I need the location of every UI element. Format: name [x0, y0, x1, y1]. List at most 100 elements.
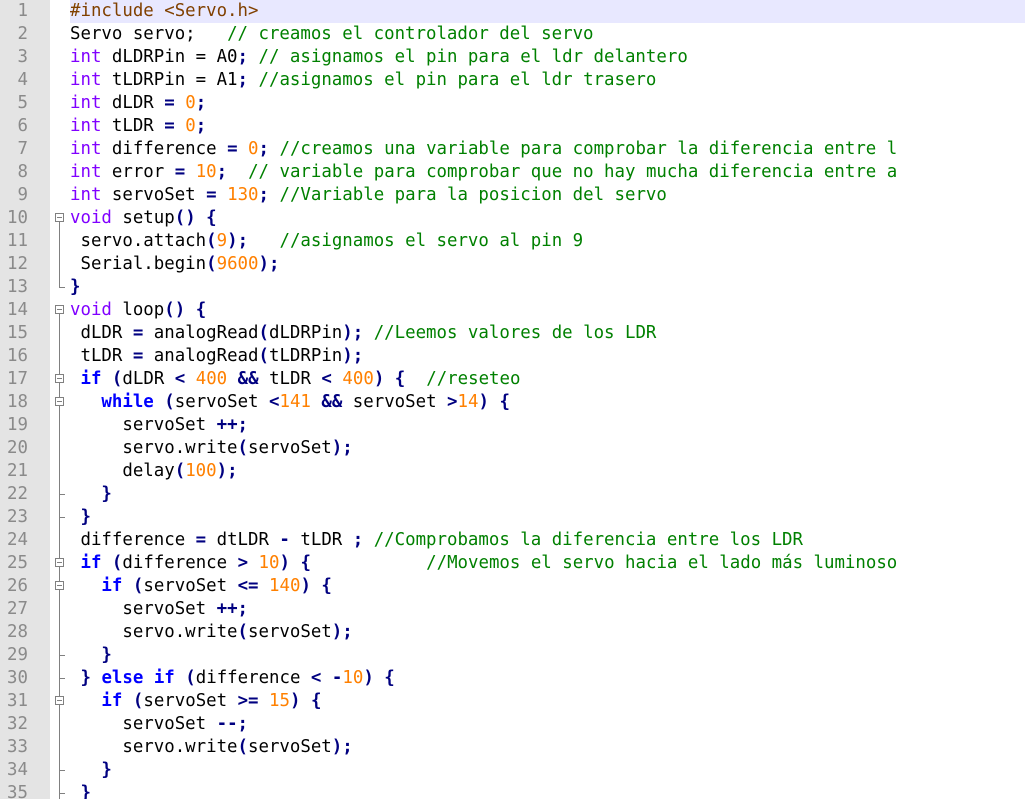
code-text[interactable]: servoSet ++;	[70, 414, 248, 437]
fold-margin[interactable]	[50, 207, 70, 230]
code-line[interactable]: 35 }	[0, 782, 1025, 799]
code-text[interactable]: servo.write(servoSet);	[70, 736, 352, 759]
code-line[interactable]: 29 }	[0, 644, 1025, 667]
code-text[interactable]: if (servoSet >= 15) {	[70, 690, 321, 713]
code-token: ;	[195, 116, 207, 136]
code-text[interactable]: servoSet ++;	[70, 598, 248, 621]
code-line[interactable]: 31 if (servoSet >= 15) {	[0, 690, 1025, 713]
code-line[interactable]: 20 servo.write(servoSet);	[0, 437, 1025, 460]
code-line[interactable]: 24 difference = dtLDR - tLDR ; //Comprob…	[0, 529, 1025, 552]
fold-toggle-icon[interactable]	[55, 581, 64, 590]
code-text[interactable]: while (servoSet <141 && servoSet >14) {	[70, 391, 510, 414]
code-line[interactable]: 3 int dLDRPin = A0; // asignamos el pin p…	[0, 46, 1025, 69]
line-number: 16	[0, 345, 50, 368]
code-text[interactable]: }	[70, 644, 111, 667]
code-text[interactable]: int tLDRPin = A1; //asignamos el pin par…	[70, 69, 656, 92]
code-token: =	[164, 93, 175, 113]
fold-margin[interactable]	[50, 368, 70, 391]
code-editor[interactable]: 1 #include <Servo.h> 2 Servo servo; // crea…	[0, 0, 1025, 799]
code-line[interactable]: 15 dLDR = analogRead(dLDRPin); //Leemos …	[0, 322, 1025, 345]
code-line[interactable]: 30 } else if (difference < -10) {	[0, 667, 1025, 690]
code-text[interactable]: Serial.begin(9600);	[70, 253, 279, 276]
fold-margin[interactable]	[50, 299, 70, 322]
fold-margin[interactable]	[50, 575, 70, 598]
code-text[interactable]: }	[70, 782, 90, 799]
code-token: servo.write	[70, 622, 238, 642]
code-line[interactable]: 25 if (difference > 10) { //Movemos el s…	[0, 552, 1025, 575]
code-line[interactable]: 9 int servoSet = 130; //Variable para la …	[0, 184, 1025, 207]
code-line[interactable]: 22 }	[0, 483, 1025, 506]
code-text[interactable]: } else if (difference < -10) {	[70, 667, 394, 690]
fold-margin[interactable]	[50, 690, 70, 713]
code-line[interactable]: 33 servo.write(servoSet);	[0, 736, 1025, 759]
line-number: 21	[0, 460, 50, 483]
code-text[interactable]: int error = 10; // variable para comprob…	[70, 161, 897, 184]
code-line[interactable]: 16 tLDR = analogRead(tLDRPin);	[0, 345, 1025, 368]
code-text[interactable]: servo.attach(9); //asignamos el servo al…	[70, 230, 583, 253]
code-line[interactable]: 21 delay(100);	[0, 460, 1025, 483]
fold-margin[interactable]	[50, 391, 70, 414]
code-line[interactable]: 19 servoSet ++;	[0, 414, 1025, 437]
code-line[interactable]: 14 void loop() {	[0, 299, 1025, 322]
code-line[interactable]: 17 if (dLDR < 400 && tLDR < 400) { //res…	[0, 368, 1025, 391]
code-text[interactable]: if (difference > 10) { //Movemos el serv…	[70, 552, 897, 575]
code-text[interactable]: }	[70, 276, 80, 299]
code-line[interactable]: 8 int error = 10; // variable para compro…	[0, 161, 1025, 184]
code-text[interactable]: servo.write(servoSet);	[70, 437, 352, 460]
fold-margin	[50, 23, 70, 46]
code-line[interactable]: 10 void setup() {	[0, 207, 1025, 230]
code-line[interactable]: 23 }	[0, 506, 1025, 529]
fold-toggle-icon[interactable]	[55, 696, 64, 705]
fold-toggle-icon[interactable]	[55, 213, 64, 222]
fold-margin[interactable]	[50, 552, 70, 575]
code-line[interactable]: 6 int tLDR = 0;	[0, 115, 1025, 138]
code-line[interactable]: 13}	[0, 276, 1025, 299]
code-text[interactable]: if (servoSet <= 140) {	[70, 575, 331, 598]
code-text[interactable]: difference = dtLDR - tLDR ; //Comprobamo…	[70, 529, 803, 552]
code-line[interactable]: 5 int dLDR = 0;	[0, 92, 1025, 115]
code-line[interactable]: 12 Serial.begin(9600);	[0, 253, 1025, 276]
code-text[interactable]: int dLDR = 0;	[70, 92, 206, 115]
fold-toggle-icon[interactable]	[55, 374, 64, 383]
code-text[interactable]: int difference = 0; //creamos una variab…	[70, 138, 897, 161]
code-text[interactable]: int servoSet = 130; //Variable para la p…	[70, 184, 667, 207]
code-line[interactable]: 26 if (servoSet <= 140) {	[0, 575, 1025, 598]
code-line[interactable]: 34 }	[0, 759, 1025, 782]
code-line[interactable]: 1 #include <Servo.h>	[0, 0, 1025, 23]
code-text[interactable]: int dLDRPin = A0; // asignamos el pin pa…	[70, 46, 688, 69]
code-line[interactable]: 27 servoSet ++;	[0, 598, 1025, 621]
fold-toggle-icon[interactable]	[55, 558, 64, 567]
code-text[interactable]: servoSet --;	[70, 713, 248, 736]
line-number: 14	[0, 299, 50, 322]
code-text[interactable]: }	[70, 759, 111, 782]
code-token: (	[237, 438, 249, 458]
code-line[interactable]: 11 servo.attach(9); //asignamos el servo…	[0, 230, 1025, 253]
code-line[interactable]: 32 servoSet --;	[0, 713, 1025, 736]
code-line[interactable]: 2 Servo servo; // creamos el controlador …	[0, 23, 1025, 46]
fold-margin	[50, 437, 70, 460]
code-line[interactable]: 18 while (servoSet <141 && servoSet >14)…	[0, 391, 1025, 414]
code-text[interactable]: servo.write(servoSet);	[70, 621, 352, 644]
code-line[interactable]: 7 int difference = 0; //creamos una varia…	[0, 138, 1025, 161]
code-text[interactable]: }	[70, 483, 111, 506]
line-number: 4	[0, 69, 50, 92]
code-line[interactable]: 28 servo.write(servoSet);	[0, 621, 1025, 644]
fold-margin	[50, 460, 70, 483]
code-text[interactable]: #include <Servo.h>	[70, 0, 258, 23]
fold-toggle-icon[interactable]	[55, 305, 64, 314]
code-text[interactable]: tLDR = analogRead(tLDRPin);	[70, 345, 363, 368]
code-text[interactable]: delay(100);	[70, 460, 237, 483]
code-token: (	[237, 622, 249, 642]
code-text[interactable]: void loop() {	[70, 299, 206, 322]
code-text[interactable]: }	[70, 506, 90, 529]
fold-toggle-icon[interactable]	[55, 397, 64, 406]
code-text[interactable]: int tLDR = 0;	[70, 115, 206, 138]
code-text[interactable]: void setup() {	[70, 207, 217, 230]
code-token: (	[206, 231, 217, 251]
code-text[interactable]: Servo servo; // creamos el controlador d…	[70, 23, 594, 46]
code-text[interactable]: if (dLDR < 400 && tLDR < 400) { //resete…	[70, 368, 520, 391]
code-line[interactable]: 4 int tLDRPin = A1; //asignamos el pin pa…	[0, 69, 1025, 92]
code-text[interactable]: dLDR = analogRead(dLDRPin); //Leemos val…	[70, 322, 656, 345]
